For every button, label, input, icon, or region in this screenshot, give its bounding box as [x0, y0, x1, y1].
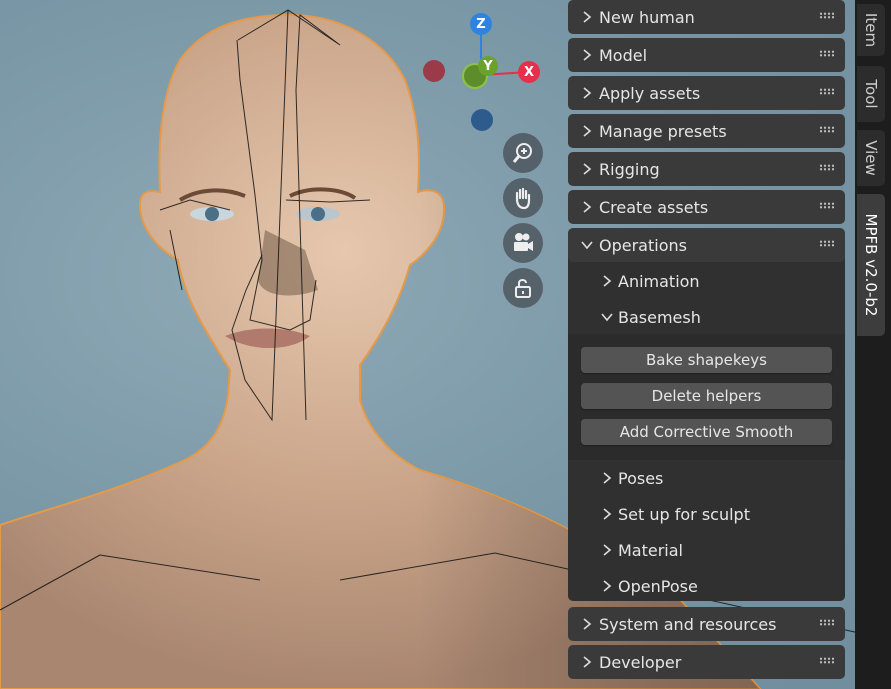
chevron-right-icon [603, 544, 612, 556]
add-corrective-smooth-button[interactable]: Add Corrective Smooth [581, 419, 832, 445]
pan-button[interactable] [503, 178, 543, 218]
chevron-right-icon [603, 580, 612, 592]
drag-grip-icon[interactable] [819, 657, 835, 664]
chevron-right-icon [583, 125, 592, 137]
tab-mpfb-label: MPFB v2.0-b2 [862, 213, 880, 317]
drag-grip-icon[interactable] [819, 240, 835, 247]
sidebar-tabs: Item Tool View MPFB v2.0-b2 [855, 0, 891, 689]
tab-item-label: Item [862, 12, 880, 48]
gizmo-x-label: X [523, 64, 535, 80]
tab-tool[interactable]: Tool [857, 66, 885, 122]
drag-grip-icon[interactable] [819, 619, 835, 626]
lock-icon [515, 279, 531, 298]
section-developer[interactable]: Developer [568, 645, 845, 679]
section-new-human[interactable]: New human [568, 0, 845, 34]
chevron-right-icon [583, 87, 592, 99]
section-apply-assets[interactable]: Apply assets [568, 76, 845, 110]
section-system-and-resources[interactable]: System and resources [568, 607, 845, 641]
subsection-set-up-for-sculpt-label: Set up for sculpt [618, 505, 750, 524]
section-manage-presets-label: Manage presets [599, 122, 727, 141]
tab-mpfb[interactable]: MPFB v2.0-b2 [857, 194, 885, 336]
zoom-icon [512, 143, 532, 163]
chevron-right-icon [583, 656, 592, 668]
hand-pan-icon [515, 187, 531, 210]
drag-grip-icon[interactable] [819, 164, 835, 171]
section-system-and-resources-label: System and resources [599, 615, 777, 634]
tab-tool-label: Tool [862, 79, 880, 109]
section-manage-presets[interactable]: Manage presets [568, 114, 845, 148]
camera-view-button[interactable] [503, 223, 543, 263]
chevron-down-icon [581, 241, 593, 250]
chevron-right-icon [603, 508, 612, 520]
subsection-openpose[interactable]: OpenPose [567, 569, 844, 603]
drag-grip-icon[interactable] [819, 126, 835, 133]
subsection-basemesh[interactable]: Basemesh [567, 300, 844, 334]
section-rigging[interactable]: Rigging [568, 152, 845, 186]
section-developer-label: Developer [599, 653, 682, 672]
tab-view-label: View [862, 140, 880, 176]
subsection-basemesh-label: Basemesh [618, 308, 701, 327]
section-create-assets-label: Create assets [599, 198, 709, 217]
drag-grip-icon[interactable] [819, 202, 835, 209]
gizmo-y-axis[interactable]: Y [478, 56, 498, 76]
section-operations[interactable]: Operations [568, 228, 845, 262]
chevron-right-icon [583, 163, 592, 175]
chevron-right-icon [583, 201, 592, 213]
chevron-right-icon [583, 618, 592, 630]
subsection-animation[interactable]: Animation [567, 264, 844, 298]
subsection-openpose-label: OpenPose [618, 577, 698, 596]
basemesh-content: Bake shapekeys Delete helpers Add Correc… [568, 334, 845, 460]
subsection-poses-label: Poses [618, 469, 664, 488]
chevron-right-icon [583, 11, 592, 23]
subsection-set-up-for-sculpt[interactable]: Set up for sculpt [567, 497, 844, 531]
lock-view-button[interactable] [503, 268, 543, 308]
gizmo-neg-z-axis[interactable] [471, 109, 493, 131]
delete-helpers-button[interactable]: Delete helpers [581, 383, 832, 409]
drag-grip-icon[interactable] [819, 50, 835, 57]
zoom-button[interactable] [503, 133, 543, 173]
section-create-assets[interactable]: Create assets [568, 190, 845, 224]
tab-item[interactable]: Item [857, 4, 885, 56]
chevron-right-icon [583, 49, 592, 61]
section-apply-assets-label: Apply assets [599, 84, 701, 103]
mpfb-panel: New human Model Apply assets Manage pres… [567, 0, 847, 689]
gizmo-z-axis[interactable]: Z [470, 13, 492, 35]
gizmo-neg-x-axis[interactable] [423, 60, 445, 82]
section-operations-label: Operations [599, 236, 687, 255]
tab-view[interactable]: View [857, 130, 885, 186]
gizmo-x-axis[interactable]: X [518, 61, 540, 83]
gizmo-y-label: Y [483, 58, 493, 74]
section-rigging-label: Rigging [599, 160, 660, 179]
bake-shapekeys-button[interactable]: Bake shapekeys [581, 347, 832, 373]
chevron-right-icon [603, 275, 612, 287]
section-model[interactable]: Model [568, 38, 845, 72]
subsection-animation-label: Animation [618, 272, 700, 291]
section-new-human-label: New human [599, 8, 695, 27]
subsection-material[interactable]: Material [567, 533, 844, 567]
drag-grip-icon[interactable] [819, 88, 835, 95]
chevron-down-icon [601, 313, 613, 322]
chevron-right-icon [603, 472, 612, 484]
subsection-poses[interactable]: Poses [567, 461, 844, 495]
gizmo-z-label: Z [476, 16, 486, 32]
section-model-label: Model [599, 46, 648, 65]
drag-grip-icon[interactable] [819, 12, 835, 19]
subsection-material-label: Material [618, 541, 683, 560]
camera-icon [514, 233, 533, 251]
